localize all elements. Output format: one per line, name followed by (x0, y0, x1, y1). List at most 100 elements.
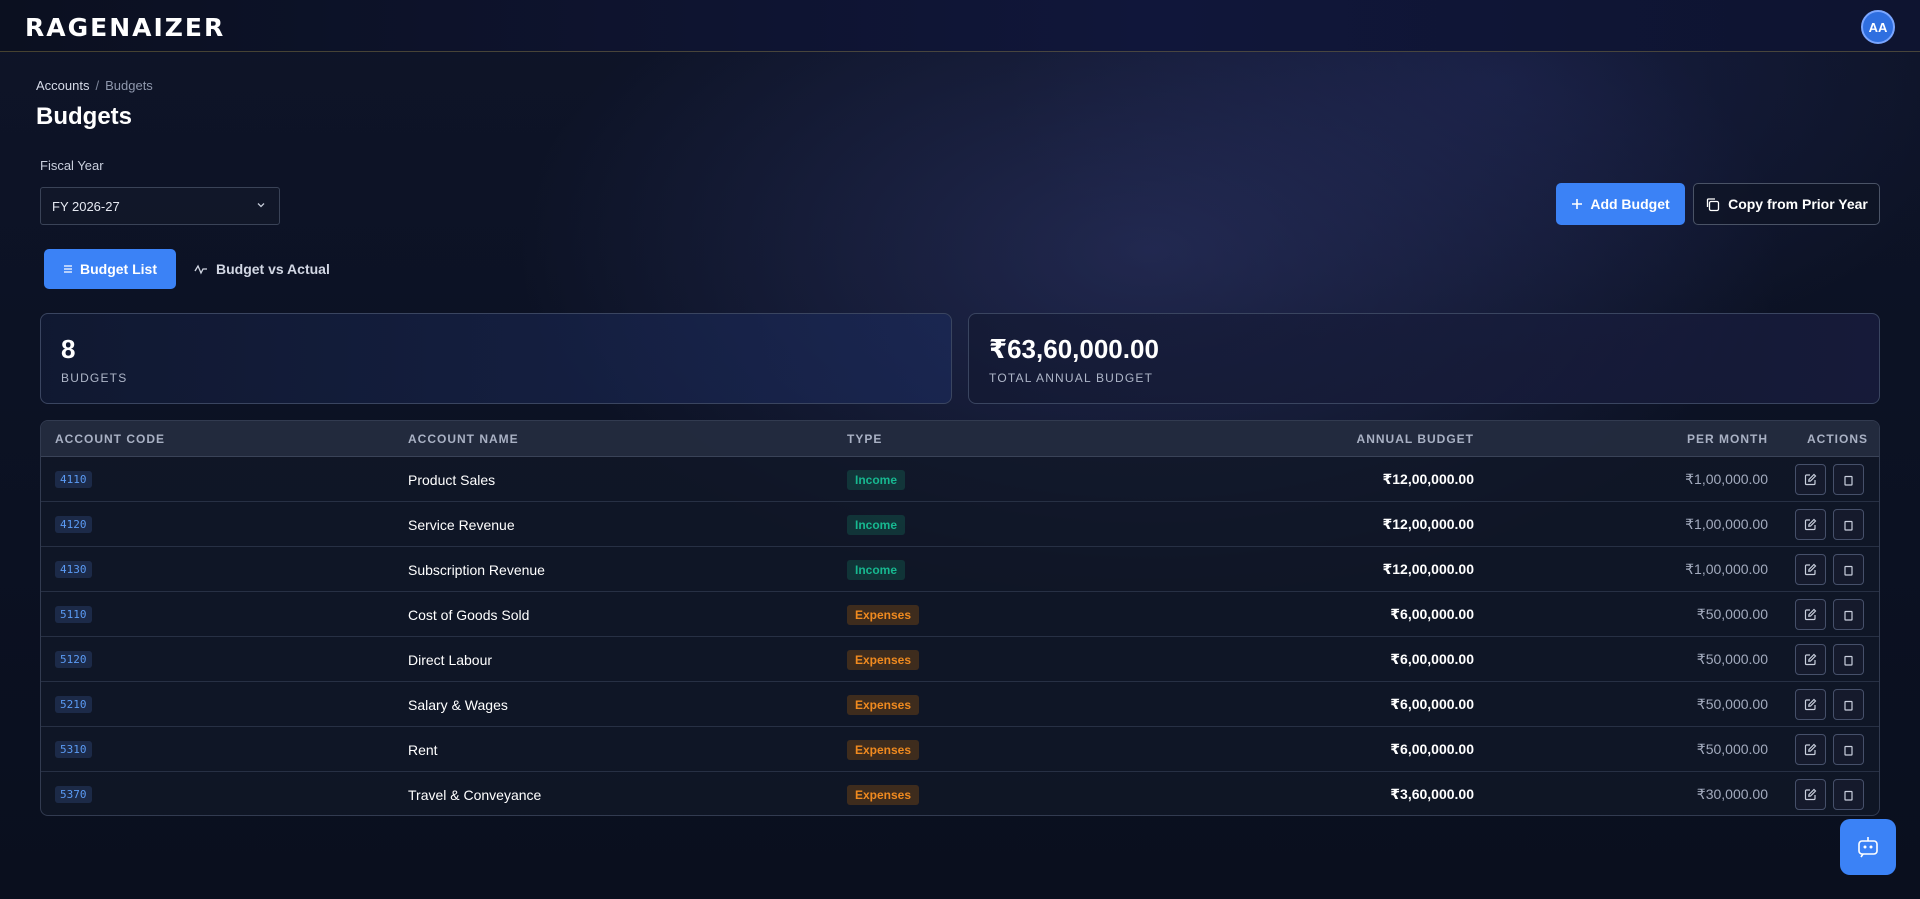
edit-button[interactable] (1795, 644, 1826, 675)
edit-icon (1804, 743, 1817, 756)
edit-icon (1804, 698, 1817, 711)
breadcrumb-accounts[interactable]: Accounts (36, 78, 89, 93)
type-cell: Expenses (847, 727, 920, 772)
edit-button[interactable] (1795, 599, 1826, 630)
table-row: 5370 Travel & Conveyance Expenses ₹3,60,000… (41, 772, 1879, 815)
fiscal-year-label: Fiscal Year (40, 158, 104, 173)
account-code-cell: 5210 (55, 682, 92, 727)
trash-icon (1844, 700, 1853, 711)
account-name: Subscription Revenue (408, 561, 545, 578)
type-badge: Expenses (847, 649, 920, 670)
delete-button[interactable] (1833, 509, 1864, 540)
budgets-table: ACCOUNT CODE ACCOUNT NAME TYPE ANNUAL BU… (40, 420, 1880, 816)
type-badge: Income (847, 469, 906, 490)
account-code: 5210 (55, 696, 92, 713)
edit-button[interactable] (1795, 509, 1826, 540)
col-annual-budget: ANNUAL BUDGET (1356, 432, 1474, 446)
account-code-cell: 4110 (55, 457, 92, 502)
copy-prior-year-button[interactable]: Copy from Prior Year (1693, 183, 1880, 225)
app-logo[interactable]: RAGENAIZER (25, 14, 225, 42)
budgets-count-label: BUDGETS (61, 371, 128, 385)
delete-button[interactable] (1833, 644, 1864, 675)
delete-button[interactable] (1833, 689, 1864, 720)
annual-budget: ₹6,00,000.00 (1390, 741, 1474, 757)
top-bar: RAGENAIZER AA (0, 0, 1920, 52)
tab-budget-vs-actual[interactable]: Budget vs Actual (190, 249, 340, 289)
assistant-fab[interactable] (1840, 819, 1896, 875)
account-code-cell: 4120 (55, 502, 92, 547)
edit-icon (1804, 518, 1817, 531)
per-month: ₹50,000.00 (1696, 696, 1768, 712)
type-badge: Income (847, 559, 906, 580)
account-name: Direct Labour (408, 651, 493, 668)
copy-icon (1706, 197, 1720, 211)
col-per-month: PER MONTH (1687, 432, 1768, 446)
per-month: ₹30,000.00 (1696, 786, 1768, 802)
account-code-cell: 5310 (55, 727, 92, 772)
fiscal-year-select[interactable]: FY 2026-27 (40, 187, 280, 225)
trash-icon (1844, 790, 1853, 801)
per-month: ₹1,00,000.00 (1685, 516, 1768, 532)
type-cell: Expenses (847, 772, 920, 815)
col-account-code: ACCOUNT CODE (55, 432, 165, 446)
table-row: 5110 Cost of Goods Sold Expenses ₹6,00,000.… (41, 592, 1879, 637)
col-type: TYPE (847, 432, 883, 446)
table-row: 5310 Rent Expenses ₹6,00,000.00 ₹50,000.00 (41, 727, 1879, 772)
delete-button[interactable] (1833, 779, 1864, 810)
account-name: Salary & Wages (408, 696, 508, 713)
edit-icon (1804, 788, 1817, 801)
budgets-count-value: 8 (61, 334, 76, 364)
annual-budget: ₹12,00,000.00 (1382, 561, 1475, 577)
trash-icon (1844, 610, 1853, 621)
chevron-down-icon (257, 203, 265, 208)
plus-icon (1572, 199, 1583, 209)
delete-button[interactable] (1833, 734, 1864, 765)
account-code-cell: 5110 (55, 592, 92, 637)
edit-icon (1804, 473, 1817, 486)
user-avatar[interactable]: AA (1861, 10, 1895, 44)
type-cell: Income (847, 502, 906, 547)
col-actions: ACTIONS (1807, 432, 1868, 446)
edit-button[interactable] (1795, 689, 1826, 720)
account-code: 5120 (55, 651, 92, 668)
type-cell: Expenses (847, 592, 920, 637)
delete-button[interactable] (1833, 464, 1864, 495)
table-row: 4110 Product Sales Income ₹12,00,000.00 ₹1,0… (41, 457, 1879, 502)
account-name: Product Sales (408, 471, 496, 488)
breadcrumb: Accounts / Budgets (36, 78, 153, 93)
trash-icon (1844, 745, 1853, 756)
annual-budget: ₹3,60,000.00 (1390, 786, 1474, 802)
account-code: 4120 (55, 516, 92, 533)
edit-button[interactable] (1795, 464, 1826, 495)
type-badge: Income (847, 514, 906, 535)
per-month: ₹50,000.00 (1696, 606, 1768, 622)
trash-icon (1844, 475, 1853, 486)
add-budget-button[interactable]: Add Budget (1556, 183, 1685, 225)
delete-button[interactable] (1833, 599, 1864, 630)
account-code-cell: 5370 (55, 772, 92, 815)
edit-button[interactable] (1795, 779, 1826, 810)
edit-icon (1804, 563, 1817, 576)
annual-budget: ₹6,00,000.00 (1390, 651, 1474, 667)
account-name: Service Revenue (408, 516, 515, 533)
edit-button[interactable] (1795, 734, 1826, 765)
type-cell: Income (847, 547, 906, 592)
per-month: ₹50,000.00 (1696, 651, 1768, 667)
edit-button[interactable] (1795, 554, 1826, 585)
account-code: 5110 (55, 606, 92, 623)
tab-budget-list[interactable]: Budget List (44, 249, 176, 289)
table-header: ACCOUNT CODE ACCOUNT NAME TYPE ANNUAL BU… (41, 421, 1879, 457)
delete-button[interactable] (1833, 554, 1864, 585)
copy-prior-year-label: Copy from Prior Year (1728, 196, 1868, 212)
account-name: Travel & Conveyance (408, 786, 542, 803)
add-budget-label: Add Budget (1590, 196, 1670, 212)
table-row: 5120 Direct Labour Expenses ₹6,00,000.00 ₹50… (41, 637, 1879, 682)
trash-icon (1844, 520, 1853, 531)
total-budget-card: ₹63,60,000.00 TOTAL ANNUAL BUDGET (968, 313, 1880, 404)
bot-icon (1858, 837, 1878, 858)
table-row: 5210 Salary & Wages Expenses ₹6,00,000.00 ₹5… (41, 682, 1879, 727)
per-month: ₹1,00,000.00 (1685, 471, 1768, 487)
fiscal-year-value: FY 2026-27 (52, 198, 120, 214)
total-budget-value: ₹63,60,000.00 (989, 334, 1159, 364)
page-title: Budgets (36, 103, 132, 130)
